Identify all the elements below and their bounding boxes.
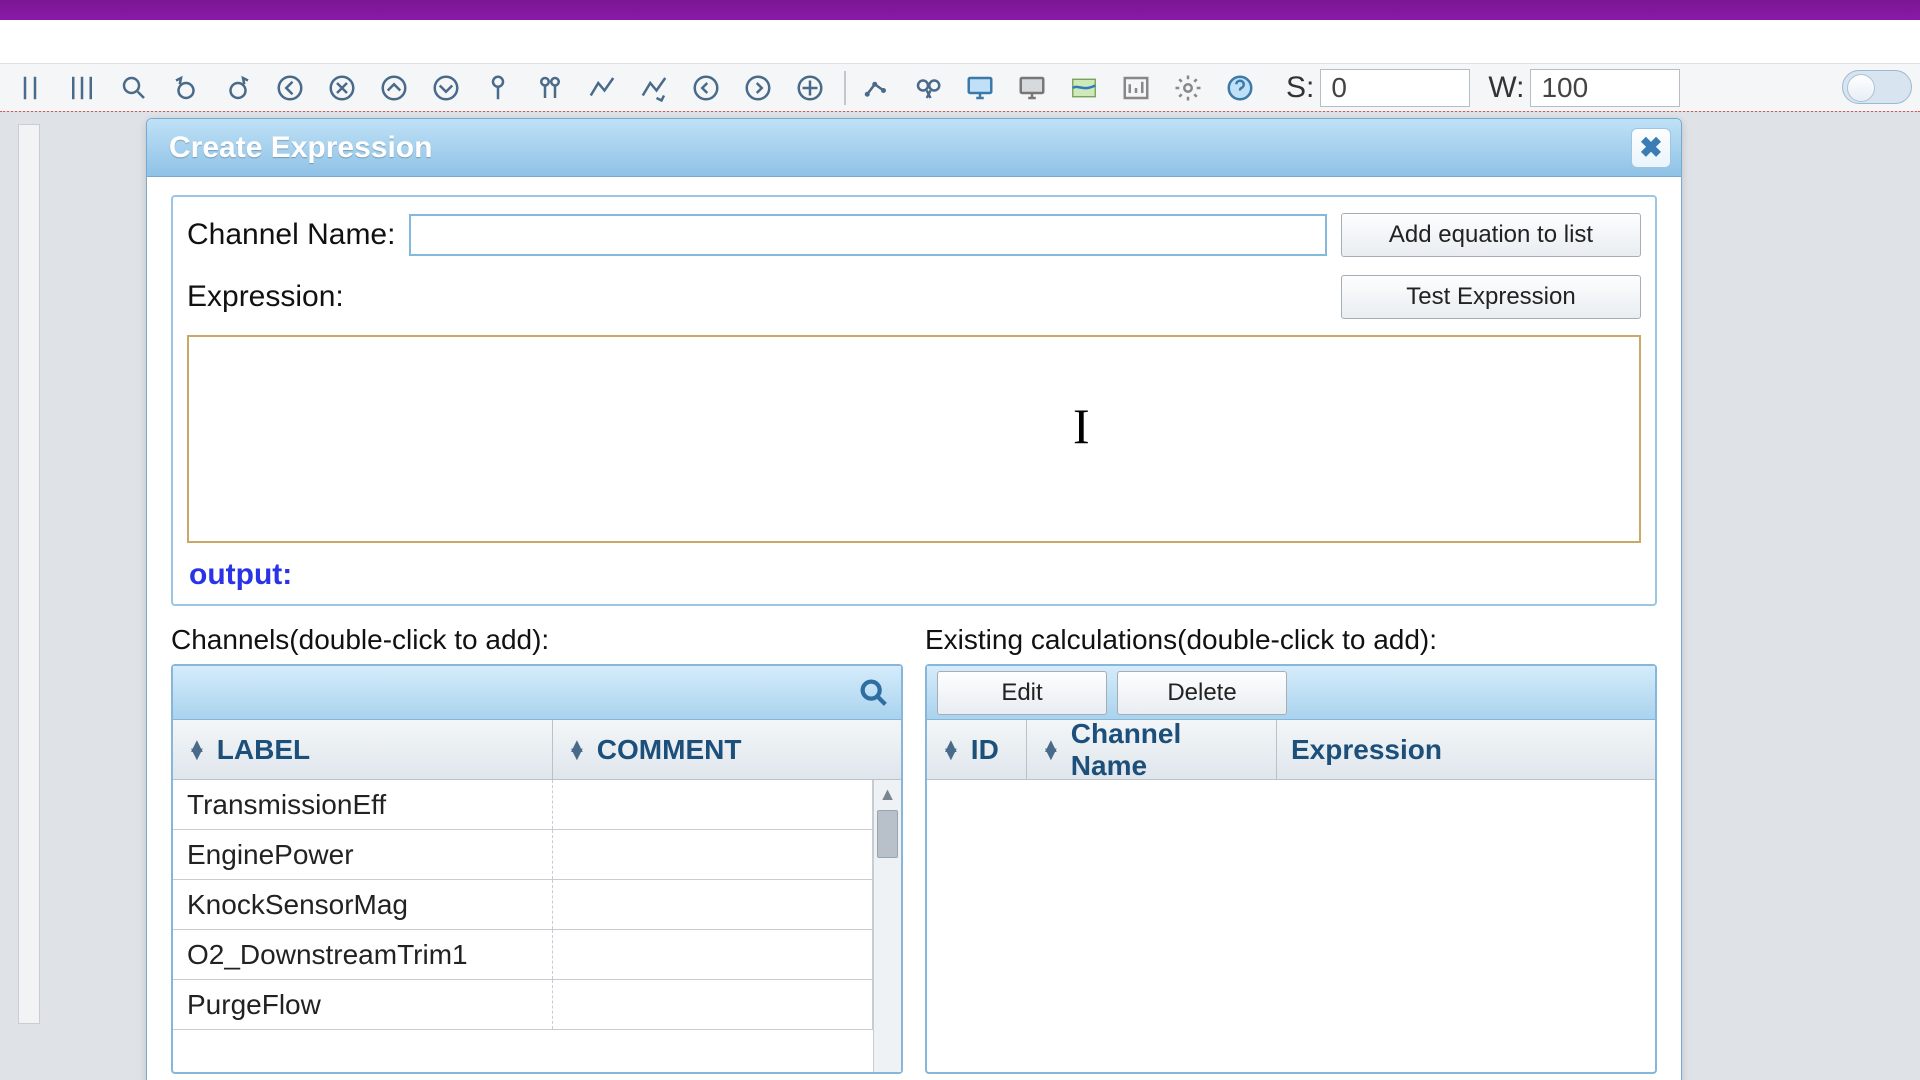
channels-col-comment[interactable]: ▲▼ COMMENT: [553, 720, 901, 779]
channel-label-cell: KnockSensorMag: [173, 880, 553, 929]
edit-button[interactable]: Edit: [937, 671, 1107, 715]
channel-label-cell: O2_DownstreamTrim1: [173, 930, 553, 979]
main-toolbar: S: W:: [0, 64, 1920, 112]
search-icon[interactable]: [857, 676, 891, 710]
calc-col-id[interactable]: ▲▼ ID: [927, 720, 1027, 779]
channel-label-cell: TransmissionEff: [173, 780, 553, 829]
scroll-up-icon[interactable]: ▲: [874, 784, 901, 805]
delete-button[interactable]: Delete: [1117, 671, 1287, 715]
zoom-cancel-icon[interactable]: [318, 68, 366, 108]
channels-panel: ▲▼ LABEL ▲▼ COMMENT TransmissionEffEngin…: [171, 664, 903, 1074]
table-row[interactable]: TransmissionEff: [173, 780, 873, 830]
channel-label-cell: PurgeFlow: [173, 980, 553, 1029]
calc-col-expression[interactable]: Expression: [1277, 720, 1655, 779]
zoom-left-icon[interactable]: [266, 68, 314, 108]
monitor-icon[interactable]: [956, 68, 1004, 108]
chart-icon[interactable]: [1112, 68, 1160, 108]
app-top-accent: [0, 0, 1920, 20]
channels-toolbar: [173, 666, 901, 720]
channel-comment-cell: [553, 830, 873, 879]
calculations-grid-header: ▲▼ ID ▲▼ Channel Name Expression: [927, 720, 1655, 780]
toggle-pill[interactable]: [1842, 70, 1912, 104]
line-icon[interactable]: [578, 68, 626, 108]
workspace-left-track: [18, 124, 40, 1024]
calc-col-channel-text: Channel Name: [1071, 718, 1262, 782]
channel-comment-cell: [553, 880, 873, 929]
add-equation-button[interactable]: Add equation to list: [1341, 213, 1641, 257]
channel-name-label: Channel Name:: [187, 218, 395, 252]
channel-comment-cell: [553, 980, 873, 1029]
w-label: W:: [1488, 71, 1524, 105]
channels-col-label-text: LABEL: [217, 734, 310, 766]
zoom-region-icon[interactable]: [110, 68, 158, 108]
calc-col-channel[interactable]: ▲▼ Channel Name: [1027, 720, 1277, 779]
channels-col-label[interactable]: ▲▼ LABEL: [173, 720, 553, 779]
step-left-icon[interactable]: [682, 68, 730, 108]
step-right-icon[interactable]: [734, 68, 782, 108]
marker-a-icon[interactable]: [474, 68, 522, 108]
channel-comment-cell: [553, 930, 873, 979]
scroll-thumb[interactable]: [877, 810, 898, 858]
create-expression-dialog: Create Expression ✖ Channel Name: Add eq…: [146, 118, 1682, 1080]
map-icon[interactable]: [1060, 68, 1108, 108]
sort-icon: ▲▼: [567, 742, 587, 758]
marker-b-icon[interactable]: [526, 68, 574, 108]
fit-icon[interactable]: [786, 68, 834, 108]
calculations-toolbar: Edit Delete: [927, 666, 1655, 720]
calculations-header: Existing calculations(double-click to ad…: [925, 624, 1657, 656]
calculations-empty-body: [927, 780, 1655, 1072]
help-icon[interactable]: [1216, 68, 1264, 108]
channels-col-comment-text: COMMENT: [597, 734, 742, 766]
channel-label-cell: EnginePower: [173, 830, 553, 879]
dialog-title: Create Expression: [169, 131, 432, 165]
expression-textarea[interactable]: [187, 335, 1641, 543]
columns-icon[interactable]: [58, 68, 106, 108]
workspace-backdrop: Create Expression ✖ Channel Name: Add eq…: [0, 112, 1920, 1080]
toolbar-separator: [844, 71, 846, 105]
w-input[interactable]: [1530, 69, 1680, 107]
redo-zoom-icon[interactable]: [214, 68, 262, 108]
channel-comment-cell: [553, 780, 873, 829]
sort-icon: ▲▼: [1041, 742, 1061, 758]
zoom-up-icon[interactable]: [370, 68, 418, 108]
channels-scrollbar[interactable]: ▲: [873, 780, 901, 1072]
s-label: S:: [1286, 71, 1314, 105]
calc-col-expression-text: Expression: [1291, 734, 1442, 766]
calculations-panel: Edit Delete ▲▼ ID ▲▼ Channel Name: [925, 664, 1657, 1074]
channel-name-input[interactable]: [409, 214, 1327, 256]
line-edit-icon[interactable]: [630, 68, 678, 108]
sort-icon: ▲▼: [187, 742, 207, 758]
find-icon[interactable]: [904, 68, 952, 108]
channels-header: Channels(double-click to add):: [171, 624, 903, 656]
undo-zoom-icon[interactable]: [162, 68, 210, 108]
dialog-body: Channel Name: Add equation to list Expre…: [147, 177, 1681, 1080]
output-label: output:: [187, 552, 1641, 594]
table-row[interactable]: PurgeFlow: [173, 980, 873, 1030]
gear-icon[interactable]: [1164, 68, 1212, 108]
table-row[interactable]: KnockSensorMag: [173, 880, 873, 930]
close-icon[interactable]: ✖: [1631, 128, 1671, 168]
table-row[interactable]: O2_DownstreamTrim1: [173, 930, 873, 980]
cursor-icon[interactable]: [6, 68, 54, 108]
table-row[interactable]: EnginePower: [173, 830, 873, 880]
dialog-titlebar[interactable]: Create Expression ✖: [147, 119, 1681, 177]
s-input[interactable]: [1320, 69, 1470, 107]
channels-grid-header: ▲▼ LABEL ▲▼ COMMENT: [173, 720, 901, 780]
zoom-down-icon[interactable]: [422, 68, 470, 108]
app-top-whitespace: [0, 20, 1920, 64]
monitor-alt-icon[interactable]: [1008, 68, 1056, 108]
calc-col-id-text: ID: [971, 734, 999, 766]
expression-label: Expression:: [187, 280, 344, 314]
scatter-tool-icon[interactable]: [852, 68, 900, 108]
expression-groupbox: Channel Name: Add equation to list Expre…: [171, 195, 1657, 606]
test-expression-button[interactable]: Test Expression: [1341, 275, 1641, 319]
sort-icon: ▲▼: [941, 742, 961, 758]
